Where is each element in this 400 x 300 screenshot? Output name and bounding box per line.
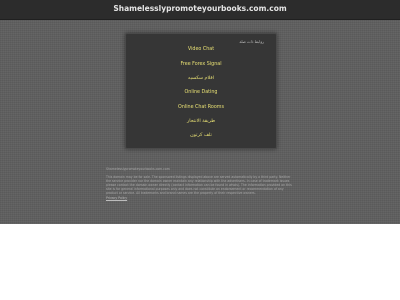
related-link-free-forex-signal[interactable]: Free Forex Signal bbox=[126, 62, 276, 67]
related-link-video-chat[interactable]: Video Chat bbox=[126, 47, 276, 52]
disclaimer-block: Shamelesslypromoteyourbooks.com.com This… bbox=[106, 167, 296, 200]
site-title[interactable]: Shamelesslypromoteyourbooks.com.com bbox=[0, 4, 400, 13]
disclaimer-text: This domain may be for sale. The sponsor… bbox=[106, 175, 292, 196]
related-link-online-chat-rooms[interactable]: Online Chat Rooms bbox=[126, 105, 276, 110]
related-link-arabic-2[interactable]: طريقة الانتحار bbox=[126, 119, 276, 124]
site-header: Shamelesslypromoteyourbooks.com.com bbox=[0, 0, 400, 20]
disclaimer-title: Shamelesslypromoteyourbooks.com.com bbox=[106, 167, 170, 171]
related-link-arabic-3[interactable]: تلف كرتون bbox=[126, 133, 276, 138]
related-links-panel: روابط ذات صلة Video Chat Free Forex Sign… bbox=[125, 33, 277, 149]
related-link-arabic-1[interactable]: افلام سكسيه bbox=[126, 76, 276, 81]
panel-heading: روابط ذات صلة bbox=[239, 39, 264, 44]
related-link-online-dating[interactable]: Online Dating bbox=[126, 90, 276, 95]
privacy-policy-link[interactable]: Privacy Policy bbox=[106, 196, 127, 200]
page-background: Shamelesslypromoteyourbooks.com.com رواب… bbox=[0, 0, 400, 224]
